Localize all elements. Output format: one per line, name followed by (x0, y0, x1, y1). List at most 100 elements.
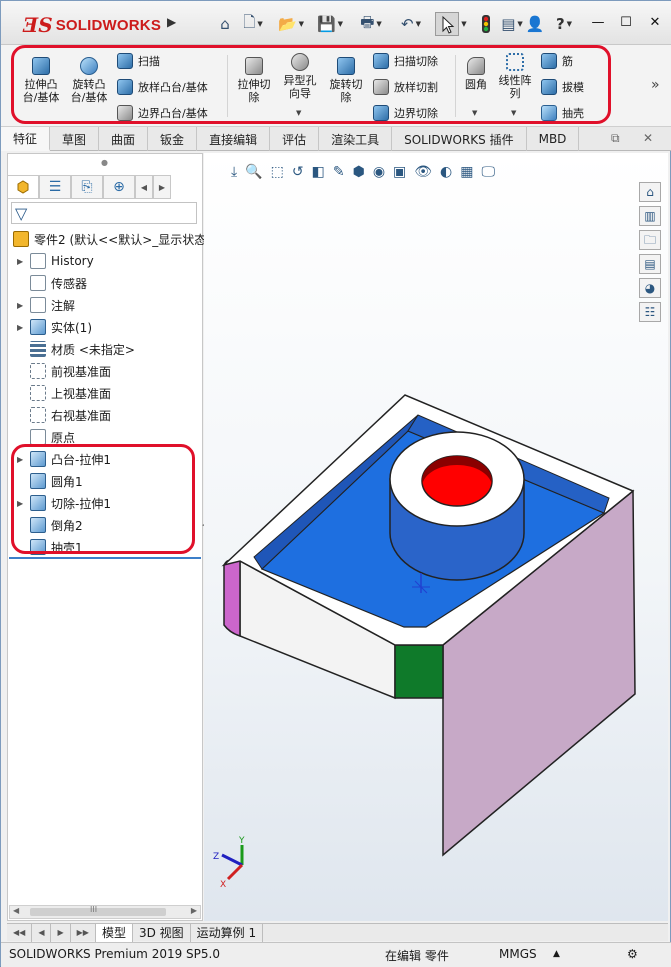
lofted-cut-button[interactable]: 放样切割 (373, 79, 438, 95)
dimxpert-tab[interactable]: ⊕ (103, 175, 135, 199)
tree-item-label: 原点 (51, 430, 76, 445)
status-options-icon[interactable]: ⚙ (627, 947, 638, 961)
scrollbar-thumb[interactable]: III (30, 905, 166, 916)
tab-features[interactable]: 特征 (1, 127, 51, 151)
extruded-boss-button[interactable]: 拉伸凸 台/基体 (19, 57, 63, 104)
tab-3d-views[interactable]: 3D 视图 (133, 923, 191, 942)
tab-model[interactable]: 模型 (95, 923, 133, 942)
tree-item-solid-bodies[interactable]: ▶ 实体(1) (17, 317, 92, 337)
expand-caret-icon[interactable]: ▶ (17, 257, 25, 266)
tree-root-part[interactable]: 零件2 (默认<<默认>_显示状态 (13, 229, 206, 249)
help-icon[interactable]: ? ▼ (551, 13, 577, 35)
tree-item-right-plane[interactable]: 右视基准面 (17, 405, 111, 425)
units-arrow-icon[interactable]: ▲ (553, 949, 560, 959)
tree-item-chamfer2[interactable]: 倒角2 (17, 515, 83, 535)
shell-button[interactable]: 抽壳 (541, 105, 584, 121)
expand-caret-icon[interactable]: ▶ (17, 455, 25, 464)
bottom-tab-last[interactable]: ▶▶ (71, 923, 96, 942)
tab-solidworks-addins[interactable]: SOLIDWORKS 插件 (392, 127, 527, 151)
tree-item-shell1[interactable]: 抽壳1 (17, 537, 83, 557)
user-icon[interactable]: 👤 (526, 13, 545, 35)
part-model[interactable]: Y Z X (204, 153, 668, 921)
tab-sketch[interactable]: 草图 (50, 127, 100, 151)
revolved-cut-button[interactable]: 旋转切 除 (325, 57, 367, 104)
scroll-right-arrow[interactable]: ▶ (191, 906, 197, 915)
tab-evaluate[interactable]: 评估 (270, 127, 320, 151)
tab-motion-study-1[interactable]: 运动算例 1 (191, 923, 264, 942)
status-units[interactable]: MMGS (499, 947, 537, 961)
tree-item-top-plane[interactable]: 上视基准面 (17, 383, 111, 403)
rollback-bar[interactable] (9, 557, 201, 559)
undo-icon[interactable]: ↶ ▼ (395, 13, 427, 35)
boundary-cut-button[interactable]: 边界切除 (373, 105, 438, 121)
save-icon[interactable]: 💾 ▼ (315, 13, 345, 35)
tree-item-label: 实体(1) (51, 320, 92, 335)
scroll-left-arrow[interactable]: ◀ (13, 906, 19, 915)
tree-item-history[interactable]: ▶ History (17, 251, 94, 271)
restore-document-icon[interactable]: ⧉ (611, 131, 620, 146)
tree-item-material[interactable]: 材质 <未指定> (17, 339, 135, 359)
file-properties-icon[interactable]: ▤ ▼ (501, 13, 523, 35)
hole-wizard-button[interactable]: 异型孔 向导 (279, 53, 321, 100)
fillet-dropdown-icon[interactable]: ▼ (472, 109, 477, 117)
linear-pattern-dropdown-icon[interactable]: ▼ (511, 109, 516, 117)
configuration-manager-tab[interactable]: ⎘ (71, 175, 103, 199)
filter-icon[interactable]: ▽ (15, 204, 27, 223)
select-dropdown-icon[interactable]: ▼ (459, 13, 469, 35)
bottom-tab-first[interactable]: ◀◀ (7, 923, 33, 942)
tree-item-annotations[interactable]: ▶ 注解 (17, 295, 75, 315)
extruded-cut-button[interactable]: 拉伸切 除 (233, 57, 275, 104)
maximize-button[interactable]: ☐ (615, 15, 637, 33)
tab-sheet-metal[interactable]: 钣金 (148, 127, 198, 151)
rib-button[interactable]: 筋 (541, 53, 573, 69)
top-plane-icon (30, 385, 46, 401)
logo-name: SOLIDWORKS (55, 16, 162, 34)
new-document-icon[interactable]: 🗋 ▼ (239, 13, 267, 35)
tree-item-boss-extrude1[interactable]: ▶ 凸台-拉伸1 (17, 449, 111, 469)
tree-horizontal-scrollbar[interactable]: ◀ III ▶ (9, 905, 201, 919)
solidworks-logo[interactable]: ƎS SOLIDWORKS (23, 13, 161, 37)
tree-item-origin[interactable]: 原点 (17, 427, 75, 447)
print-icon[interactable]: 🖶 ▼ (355, 13, 387, 35)
bottom-tab-prev[interactable]: ◀ (32, 923, 52, 942)
home-icon[interactable]: ⌂ (215, 13, 235, 35)
draft-button[interactable]: 拔模 (541, 79, 584, 95)
pane-scroll-right[interactable]: ▶ (153, 175, 171, 199)
swept-cut-button[interactable]: 扫描切除 (373, 53, 438, 69)
tree-item-fillet1[interactable]: 圆角1 (17, 471, 83, 491)
close-button[interactable]: ✕ (644, 15, 666, 33)
lofted-boss-button[interactable]: 放样凸台/基体 (117, 79, 208, 95)
close-document-icon[interactable]: ✕ (643, 131, 653, 145)
pane-grip-icon[interactable]: ● (101, 158, 108, 167)
shell-icon (541, 105, 557, 121)
tree-item-front-plane[interactable]: 前视基准面 (17, 361, 111, 381)
more-commands-icon[interactable]: » (651, 77, 660, 93)
tab-render-tools[interactable]: 渲染工具 (319, 127, 393, 151)
tab-direct-editing[interactable]: 直接编辑 (197, 127, 271, 151)
boundary-boss-button[interactable]: 边界凸台/基体 (117, 105, 208, 121)
tab-mbd[interactable]: MBD (527, 127, 580, 151)
hole-wizard-dropdown-icon[interactable]: ▼ (296, 109, 301, 117)
rib-icon (541, 53, 557, 69)
tree-item-sensors[interactable]: 传感器 (17, 273, 87, 293)
linear-pattern-icon (506, 53, 524, 71)
property-manager-tab[interactable]: ☰ (39, 175, 71, 199)
tree-item-cut-extrude1[interactable]: ▶ 切除-拉伸1 (17, 493, 111, 513)
rebuild-icon[interactable] (477, 13, 495, 35)
pane-scroll-left[interactable]: ◀ (135, 175, 153, 199)
fillet-button[interactable]: 圆角 (461, 57, 491, 91)
expand-caret-icon[interactable]: ▶ (17, 323, 25, 332)
expand-caret-icon[interactable]: ▶ (17, 499, 25, 508)
minimize-button[interactable]: — (587, 15, 609, 33)
tree-filter-field[interactable] (11, 202, 197, 224)
tab-surfaces[interactable]: 曲面 (99, 127, 149, 151)
swept-boss-button[interactable]: 扫描 (117, 53, 160, 69)
feature-manager-tab[interactable] (7, 175, 39, 199)
menu-expand-icon[interactable]: ▶ (167, 15, 181, 31)
open-icon[interactable]: 📂 ▼ (275, 13, 307, 35)
revolved-boss-button[interactable]: 旋转凸 台/基体 (67, 57, 111, 104)
bottom-tab-next[interactable]: ▶ (51, 923, 71, 942)
select-button[interactable] (435, 12, 459, 36)
linear-pattern-button[interactable]: 线性阵 列 (495, 53, 535, 100)
expand-caret-icon[interactable]: ▶ (17, 301, 25, 310)
